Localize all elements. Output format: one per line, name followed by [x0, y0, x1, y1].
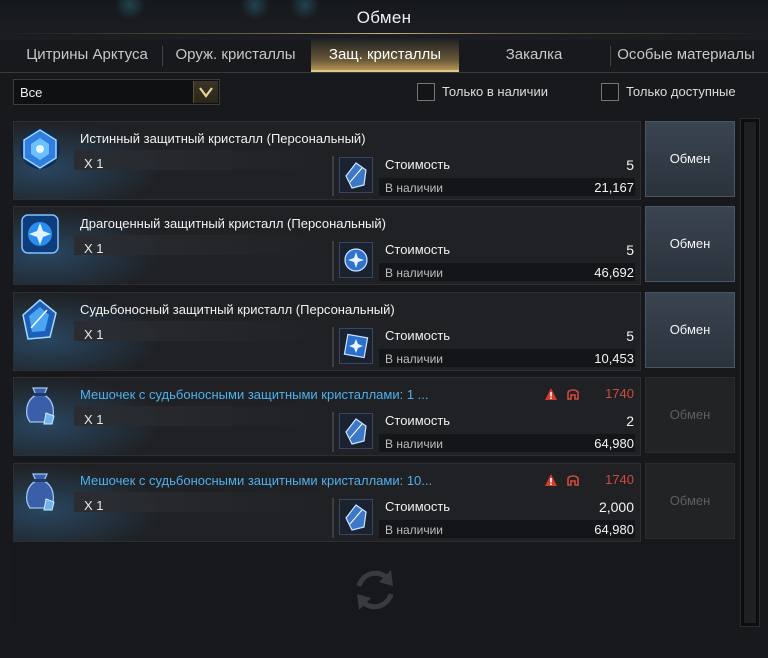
cost-label: Стоимость: [385, 499, 451, 514]
tab-bar: Цитрины Арктуса Оруж. кристаллы Защ. кри…: [0, 38, 768, 72]
in-stock-value: 64,980: [594, 522, 634, 537]
cost-value: 5: [626, 328, 634, 344]
title-divider: [0, 33, 768, 34]
in-stock-value: 64,980: [594, 436, 634, 451]
item-level-icon: [566, 387, 580, 401]
cost-label: Стоимость: [385, 328, 451, 343]
tab-defense-crystals[interactable]: Защ. кристаллы: [311, 38, 459, 72]
list-item: Мешочек с судьбоносными защитными криста…: [13, 463, 641, 542]
tab-weapon-crystals[interactable]: Оруж. кристаллы: [163, 38, 308, 72]
only-in-stock-checkbox[interactable]: [417, 83, 435, 101]
chevron-down-icon[interactable]: [193, 81, 218, 103]
exchange-button[interactable]: Обмен: [645, 463, 735, 539]
currency-crystal-icon: [339, 328, 373, 364]
cost-value: 5: [626, 157, 634, 173]
item-name: Судьбоносный защитный кристалл (Персонал…: [80, 302, 395, 317]
item-quantity: X 1: [84, 156, 104, 171]
cost-label: Стоимость: [385, 157, 451, 172]
item-name: Истинный защитный кристалл (Персональный…: [80, 131, 366, 146]
list-item: Драгоценный защитный кристалл (Персональ…: [13, 206, 641, 285]
cost-value: 2,000: [598, 499, 634, 515]
item-name: Драгоценный защитный кристалл (Персональ…: [80, 216, 386, 231]
in-stock-label: В наличии: [385, 523, 444, 537]
exchange-button[interactable]: Обмен: [645, 377, 735, 453]
only-available-label: Только доступные: [626, 84, 736, 99]
scrollbar[interactable]: [740, 118, 760, 627]
scrollbar-thumb[interactable]: [744, 122, 756, 623]
in-stock-label: В наличии: [385, 437, 444, 451]
currency-crystal-icon: [339, 413, 373, 449]
precious-defense-crystal-icon: [16, 209, 64, 259]
item-level-value: 1740: [605, 472, 634, 487]
crystal-pouch-icon: [16, 466, 64, 516]
currency-crystal-icon: [339, 242, 373, 278]
exchange-button[interactable]: Обмен: [645, 292, 735, 368]
item-name[interactable]: Мешочек с судьбоносными защитными криста…: [80, 473, 432, 488]
only-available-checkbox[interactable]: [601, 83, 619, 101]
list-item: Мешочек с судьбоносными защитными криста…: [13, 377, 641, 456]
in-stock-label: В наличии: [385, 181, 444, 195]
category-dropdown[interactable]: Все: [13, 79, 220, 105]
item-level-value: 1740: [605, 386, 634, 401]
tab-special-materials[interactable]: Особые материалы: [611, 38, 761, 72]
in-stock-value: 46,692: [594, 265, 634, 280]
item-level-icon: [566, 473, 580, 487]
tab-arctus-citrines[interactable]: Цитрины Арктуса: [12, 38, 162, 72]
cost-label: Стоимость: [385, 242, 451, 257]
warning-icon: [544, 473, 558, 487]
tabs-underline: [0, 72, 768, 73]
in-stock-value: 21,167: [594, 180, 634, 195]
in-stock-label: В наличии: [385, 352, 444, 366]
refresh-icon: [345, 560, 405, 620]
currency-crystal-icon: [339, 499, 373, 535]
currency-crystal-icon: [339, 157, 373, 193]
item-quantity: X 1: [84, 241, 104, 256]
only-in-stock-label: Только в наличии: [442, 84, 548, 99]
crystal-pouch-icon: [16, 380, 64, 430]
exchange-button[interactable]: Обмен: [645, 121, 735, 197]
item-quantity: X 1: [84, 327, 104, 342]
in-stock-value: 10,453: [594, 351, 634, 366]
list-item: Истинный защитный кристалл (Персональный…: [13, 121, 641, 200]
window-title: Обмен: [356, 8, 412, 27]
cost-label: Стоимость: [385, 413, 451, 428]
fateful-defense-crystal-icon: [16, 295, 64, 345]
list-item: Судьбоносный защитный кристалл (Персонал…: [13, 292, 641, 371]
item-quantity: X 1: [84, 412, 104, 427]
exchange-button[interactable]: Обмен: [645, 206, 735, 282]
cost-value: 5: [626, 242, 634, 258]
category-dropdown-value: Все: [20, 85, 43, 100]
warning-icon: [544, 387, 558, 401]
cost-value: 2: [626, 413, 634, 429]
in-stock-label: В наличии: [385, 266, 444, 280]
item-name[interactable]: Мешочек с судьбоносными защитными криста…: [80, 387, 429, 402]
true-defense-crystal-icon: [16, 124, 64, 174]
tab-tempering[interactable]: Закалка: [460, 38, 608, 72]
item-quantity: X 1: [84, 498, 104, 513]
